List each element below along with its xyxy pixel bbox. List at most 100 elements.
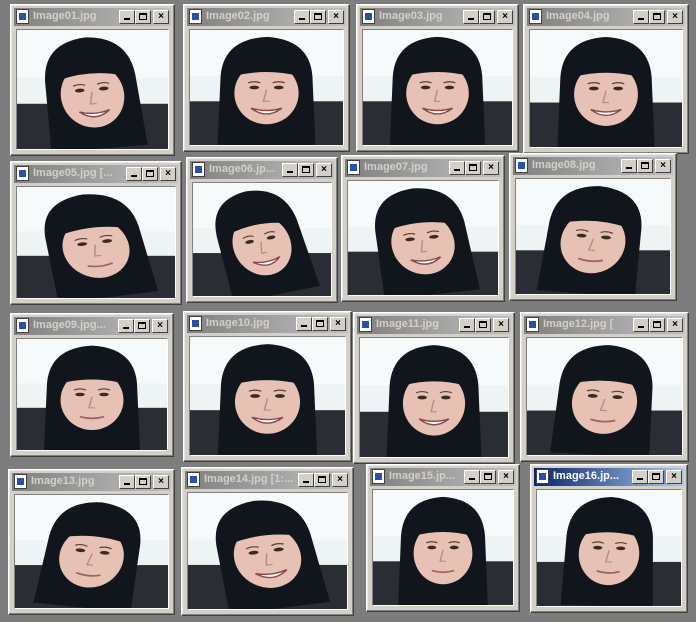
image-window-02[interactable]: Image02.jpg ×: [183, 4, 350, 152]
title-bar[interactable]: Image10.jpg ×: [187, 315, 348, 333]
close-button[interactable]: ×: [160, 167, 176, 181]
image-file-icon[interactable]: [536, 469, 549, 484]
image-file-icon[interactable]: [192, 162, 205, 177]
image-window-16[interactable]: Image16.jp... ×: [530, 464, 688, 613]
close-button[interactable]: ×: [152, 319, 168, 333]
minimize-button[interactable]: [463, 10, 479, 24]
close-button[interactable]: ×: [153, 10, 169, 24]
image-window-12[interactable]: Image12.jpg [ ×: [520, 312, 689, 462]
image-file-icon[interactable]: [16, 166, 29, 181]
maximize-button[interactable]: [298, 163, 314, 177]
image-window-13[interactable]: Image13.jpg ×: [8, 469, 175, 615]
title-bar[interactable]: Image13.jpg ×: [12, 473, 171, 491]
image-window-08[interactable]: Image08.jpg ×: [509, 153, 677, 301]
title-bar[interactable]: Image09.jpg... ×: [14, 317, 170, 335]
image-window-06[interactable]: Image06.jp... ×: [186, 157, 338, 303]
close-button[interactable]: ×: [493, 318, 509, 332]
image-file-icon[interactable]: [529, 9, 542, 24]
minimize-button[interactable]: [118, 319, 134, 333]
close-button[interactable]: ×: [667, 318, 683, 332]
title-bar[interactable]: Image08.jpg ×: [513, 157, 673, 175]
close-button[interactable]: ×: [497, 10, 513, 24]
image-file-icon[interactable]: [16, 318, 29, 333]
maximize-button[interactable]: [142, 167, 158, 181]
close-button[interactable]: ×: [328, 10, 344, 24]
maximize-button[interactable]: [134, 319, 150, 333]
minimize-button[interactable]: [294, 10, 310, 24]
image-viewport: [16, 338, 168, 451]
title-bar[interactable]: Image01.jpg ×: [14, 8, 171, 26]
image-window-03[interactable]: Image03.jpg ×: [356, 4, 519, 152]
maximize-button[interactable]: [649, 10, 665, 24]
minimize-button[interactable]: [119, 475, 135, 489]
image-file-icon[interactable]: [515, 158, 528, 173]
title-buttons: ×: [126, 167, 176, 181]
title-bar[interactable]: Image15.jp... ×: [370, 468, 516, 486]
maximize-button[interactable]: [465, 161, 481, 175]
title-bar[interactable]: Image06.jp... ×: [190, 161, 334, 179]
image-file-icon[interactable]: [526, 317, 539, 332]
close-button[interactable]: ×: [153, 475, 169, 489]
close-button[interactable]: ×: [498, 470, 514, 484]
window-title: Image16.jp...: [553, 470, 620, 482]
maximize-button[interactable]: [649, 318, 665, 332]
image-file-icon[interactable]: [14, 474, 27, 489]
close-button[interactable]: ×: [316, 163, 332, 177]
image-file-icon[interactable]: [16, 9, 29, 24]
image-file-icon[interactable]: [362, 9, 375, 24]
close-button[interactable]: ×: [667, 10, 683, 24]
image-window-04[interactable]: Image04.jpg ×: [523, 4, 689, 154]
image-window-10[interactable]: Image10.jpg ×: [183, 311, 352, 462]
maximize-button[interactable]: [480, 470, 496, 484]
maximize-button[interactable]: [637, 159, 653, 173]
close-button[interactable]: ×: [483, 161, 499, 175]
image-window-01[interactable]: Image01.jpg ×: [10, 4, 175, 156]
maximize-button[interactable]: [475, 318, 491, 332]
image-viewport: [16, 29, 169, 150]
title-bar[interactable]: Image02.jpg ×: [187, 8, 346, 26]
minimize-button[interactable]: [464, 470, 480, 484]
image-file-icon[interactable]: [189, 316, 202, 331]
minimize-button[interactable]: [633, 10, 649, 24]
image-window-15[interactable]: Image15.jp... ×: [366, 464, 520, 612]
title-bar[interactable]: Image16.jp... ×: [534, 468, 684, 486]
maximize-button[interactable]: [135, 10, 151, 24]
maximize-button[interactable]: [648, 470, 664, 484]
close-button[interactable]: ×: [330, 317, 346, 331]
title-bar[interactable]: Image03.jpg ×: [360, 8, 515, 26]
minimize-button[interactable]: [449, 161, 465, 175]
minimize-button[interactable]: [296, 317, 312, 331]
image-window-07[interactable]: Image07.jpg ×: [341, 155, 505, 302]
maximize-button[interactable]: [479, 10, 495, 24]
minimize-button[interactable]: [119, 10, 135, 24]
minimize-button[interactable]: [621, 159, 637, 173]
title-bar[interactable]: Image07.jpg ×: [345, 159, 501, 177]
minimize-button[interactable]: [633, 318, 649, 332]
maximize-button[interactable]: [314, 473, 330, 487]
title-bar[interactable]: Image11.jpg ×: [357, 316, 511, 334]
minimize-button[interactable]: [282, 163, 298, 177]
image-file-icon[interactable]: [359, 317, 372, 332]
maximize-button[interactable]: [135, 475, 151, 489]
minimize-button[interactable]: [298, 473, 314, 487]
image-file-icon[interactable]: [189, 9, 202, 24]
image-window-05[interactable]: Image05.jpg [... ×: [10, 161, 182, 305]
image-window-11[interactable]: Image11.jpg ×: [353, 312, 515, 464]
image-window-14[interactable]: Image14.jpg [1:... ×: [181, 467, 354, 616]
close-button[interactable]: ×: [655, 159, 671, 173]
title-bar[interactable]: Image04.jpg ×: [527, 8, 685, 26]
close-button[interactable]: ×: [332, 473, 348, 487]
maximize-button[interactable]: [310, 10, 326, 24]
close-button[interactable]: ×: [666, 470, 682, 484]
image-file-icon[interactable]: [187, 472, 200, 487]
image-file-icon[interactable]: [372, 469, 385, 484]
title-bar[interactable]: Image12.jpg [ ×: [524, 316, 685, 334]
image-file-icon[interactable]: [347, 160, 360, 175]
minimize-button[interactable]: [459, 318, 475, 332]
minimize-button[interactable]: [126, 167, 142, 181]
title-bar[interactable]: Image05.jpg [... ×: [14, 165, 178, 183]
image-window-09[interactable]: Image09.jpg... ×: [10, 313, 174, 457]
maximize-button[interactable]: [312, 317, 328, 331]
minimize-button[interactable]: [632, 470, 648, 484]
title-bar[interactable]: Image14.jpg [1:... ×: [185, 471, 350, 489]
